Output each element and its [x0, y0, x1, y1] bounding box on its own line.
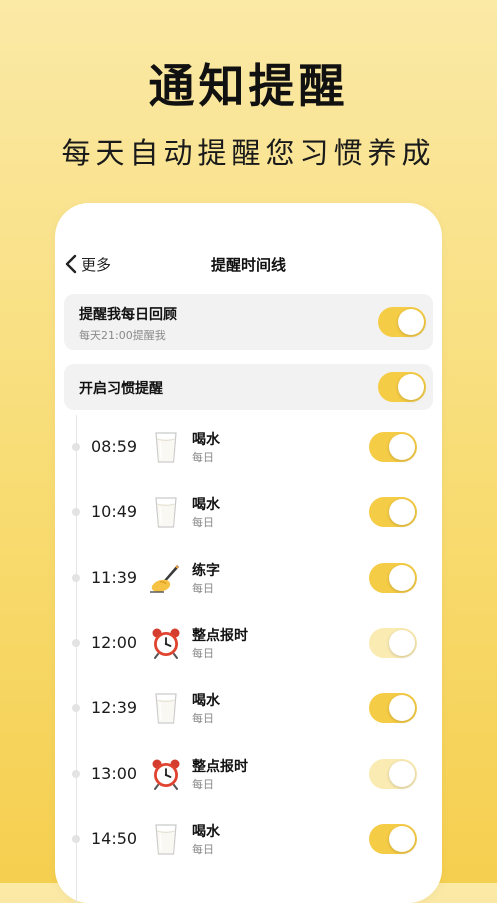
milk-glass-icon — [150, 494, 182, 530]
timeline-dot — [72, 769, 80, 778]
habit-frequency: 每日 — [192, 646, 214, 660]
daily-review-toggle[interactable] — [378, 307, 426, 337]
habit-frequency: 每日 — [192, 451, 214, 464]
reminder-time: 12:39 — [91, 698, 138, 718]
timeline-item: 12:00 整点报时每日 — [55, 623, 442, 663]
writing-hand-icon — [150, 560, 182, 596]
toggle-knob — [398, 309, 424, 335]
toggle-knob — [398, 374, 424, 400]
timeline-item: 11:39 练字每日 — [55, 558, 442, 598]
habit-name: 喝水 — [192, 693, 220, 710]
milk-glass-icon — [150, 821, 182, 857]
alarm-clock-icon — [150, 756, 182, 792]
reminder-toggle[interactable] — [369, 497, 417, 528]
reminder-time: 11:39 — [91, 567, 138, 587]
toggle-knob — [389, 564, 415, 591]
toggle-knob — [389, 825, 415, 852]
navigation-bar: 更多 提醒时间线 — [55, 251, 442, 277]
reminder-time: 13:00 — [91, 763, 138, 783]
habit-name: 整点报时 — [192, 758, 248, 775]
timeline-item: 13:00 整点报时每日 — [55, 754, 442, 794]
habit-name: 整点报时 — [192, 627, 248, 644]
timeline-item: 14:50 喝水每日 — [55, 819, 442, 859]
habit-name: 喝水 — [192, 497, 220, 514]
habit-name: 喝水 — [192, 432, 220, 448]
timeline-dot — [72, 443, 80, 451]
reminder-toggle[interactable] — [369, 823, 417, 854]
reminder-toggle[interactable] — [369, 693, 417, 724]
timeline-dot — [72, 834, 80, 843]
habit-frequency: 每日 — [192, 516, 214, 530]
phone-screen: 更多 提醒时间线 提醒我每日回顾 每天21:00提醒我 开启习惯提醒 08:59… — [55, 203, 442, 903]
daily-review-subtitle: 每天21:00提醒我 — [79, 329, 166, 342]
timeline-dot — [72, 704, 80, 713]
reminder-toggle[interactable] — [369, 432, 417, 462]
habit-frequency: 每日 — [192, 842, 214, 856]
daily-review-title: 提醒我每日回顾 — [79, 307, 177, 323]
timeline-item: 10:49 喝水每日 — [55, 492, 442, 532]
habit-frequency: 每日 — [192, 777, 214, 791]
milk-glass-icon — [150, 429, 182, 465]
reminder-time: 12:00 — [91, 632, 138, 652]
toggle-knob — [389, 629, 415, 656]
reminder-time: 08:59 — [91, 437, 138, 456]
timeline-dot — [72, 573, 80, 582]
toggle-knob — [389, 434, 415, 460]
reminder-time: 14:50 — [91, 828, 138, 848]
toggle-knob — [389, 760, 415, 787]
habit-reminder-card: 开启习惯提醒 — [64, 364, 433, 410]
alarm-clock-icon — [150, 625, 182, 661]
habit-reminder-title: 开启习惯提醒 — [79, 381, 163, 397]
reminder-toggle[interactable] — [369, 758, 417, 789]
habit-frequency: 每日 — [192, 581, 214, 595]
timeline-item: 12:39 喝水每日 — [55, 688, 442, 728]
hero-subtitle: 每天自动提醒您习惯养成 — [61, 136, 436, 170]
habit-reminder-toggle[interactable] — [378, 372, 426, 402]
page-title: 提醒时间线 — [210, 256, 286, 274]
daily-review-card: 提醒我每日回顾 每天21:00提醒我 — [64, 294, 433, 350]
milk-glass-icon — [150, 690, 182, 726]
hero-title: 通知提醒 — [148, 59, 349, 113]
habit-name: 喝水 — [192, 823, 220, 840]
timeline-item: 08:59 喝水每日 — [55, 427, 442, 467]
habit-frequency: 每日 — [192, 712, 214, 726]
toggle-knob — [389, 695, 415, 722]
timeline-dot — [72, 638, 80, 647]
reminder-time: 10:49 — [91, 502, 138, 522]
habit-name: 练字 — [192, 562, 220, 579]
reminder-toggle[interactable] — [369, 627, 417, 658]
toggle-knob — [389, 499, 415, 526]
timeline-dot — [72, 508, 80, 517]
reminder-toggle[interactable] — [369, 562, 417, 593]
